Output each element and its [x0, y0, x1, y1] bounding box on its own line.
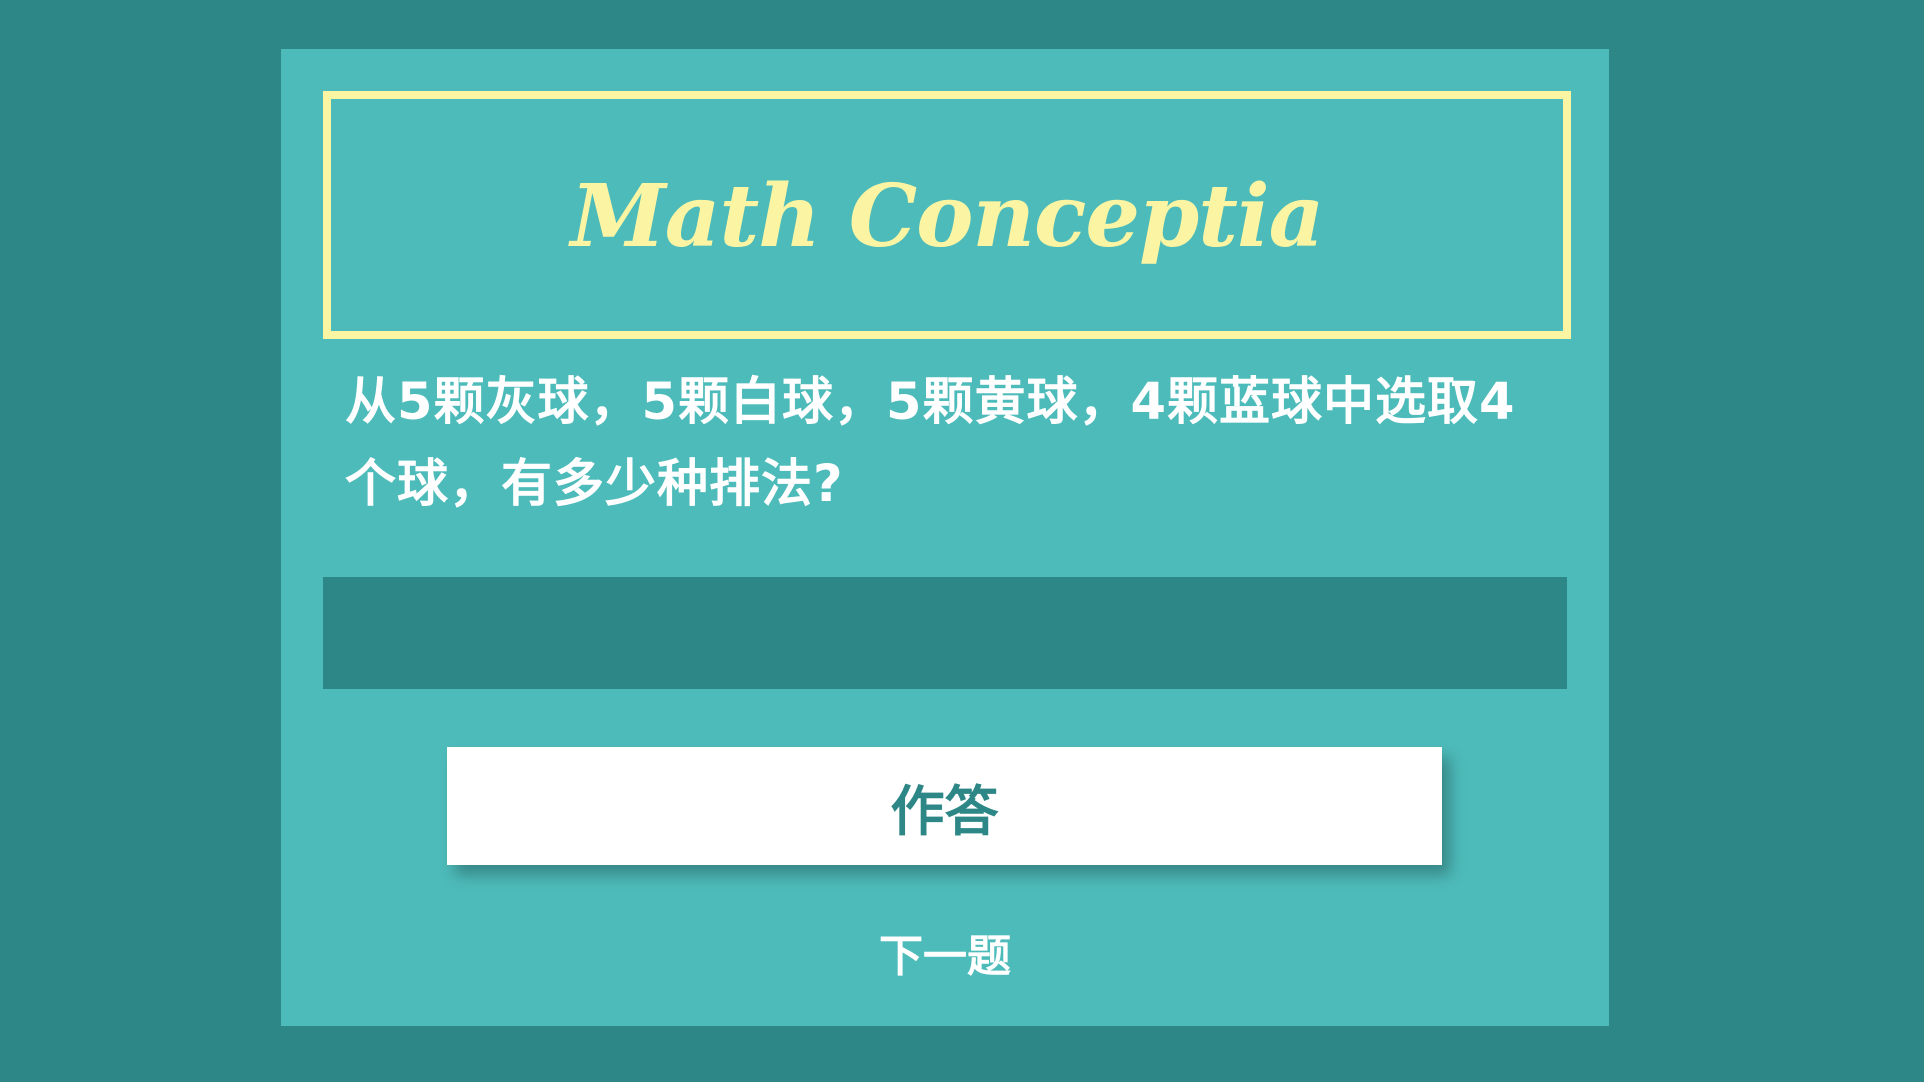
next-question-link[interactable]: 下一题 — [281, 927, 1609, 987]
app-logo-title: Math Conceptia — [570, 166, 1325, 267]
question-text: 从5颗灰球，5颗白球，5颗黄球，4颗蓝球中选取4个球，有多少种排法? — [345, 373, 1516, 514]
submit-answer-button[interactable]: 作答 — [447, 747, 1442, 865]
answer-input[interactable] — [323, 577, 1567, 689]
logo-frame: Math Conceptia — [323, 91, 1571, 339]
quiz-card: Math Conceptia 从5颗灰球，5颗白球，5颗黄球，4颗蓝球中选取4个… — [281, 49, 1609, 1026]
